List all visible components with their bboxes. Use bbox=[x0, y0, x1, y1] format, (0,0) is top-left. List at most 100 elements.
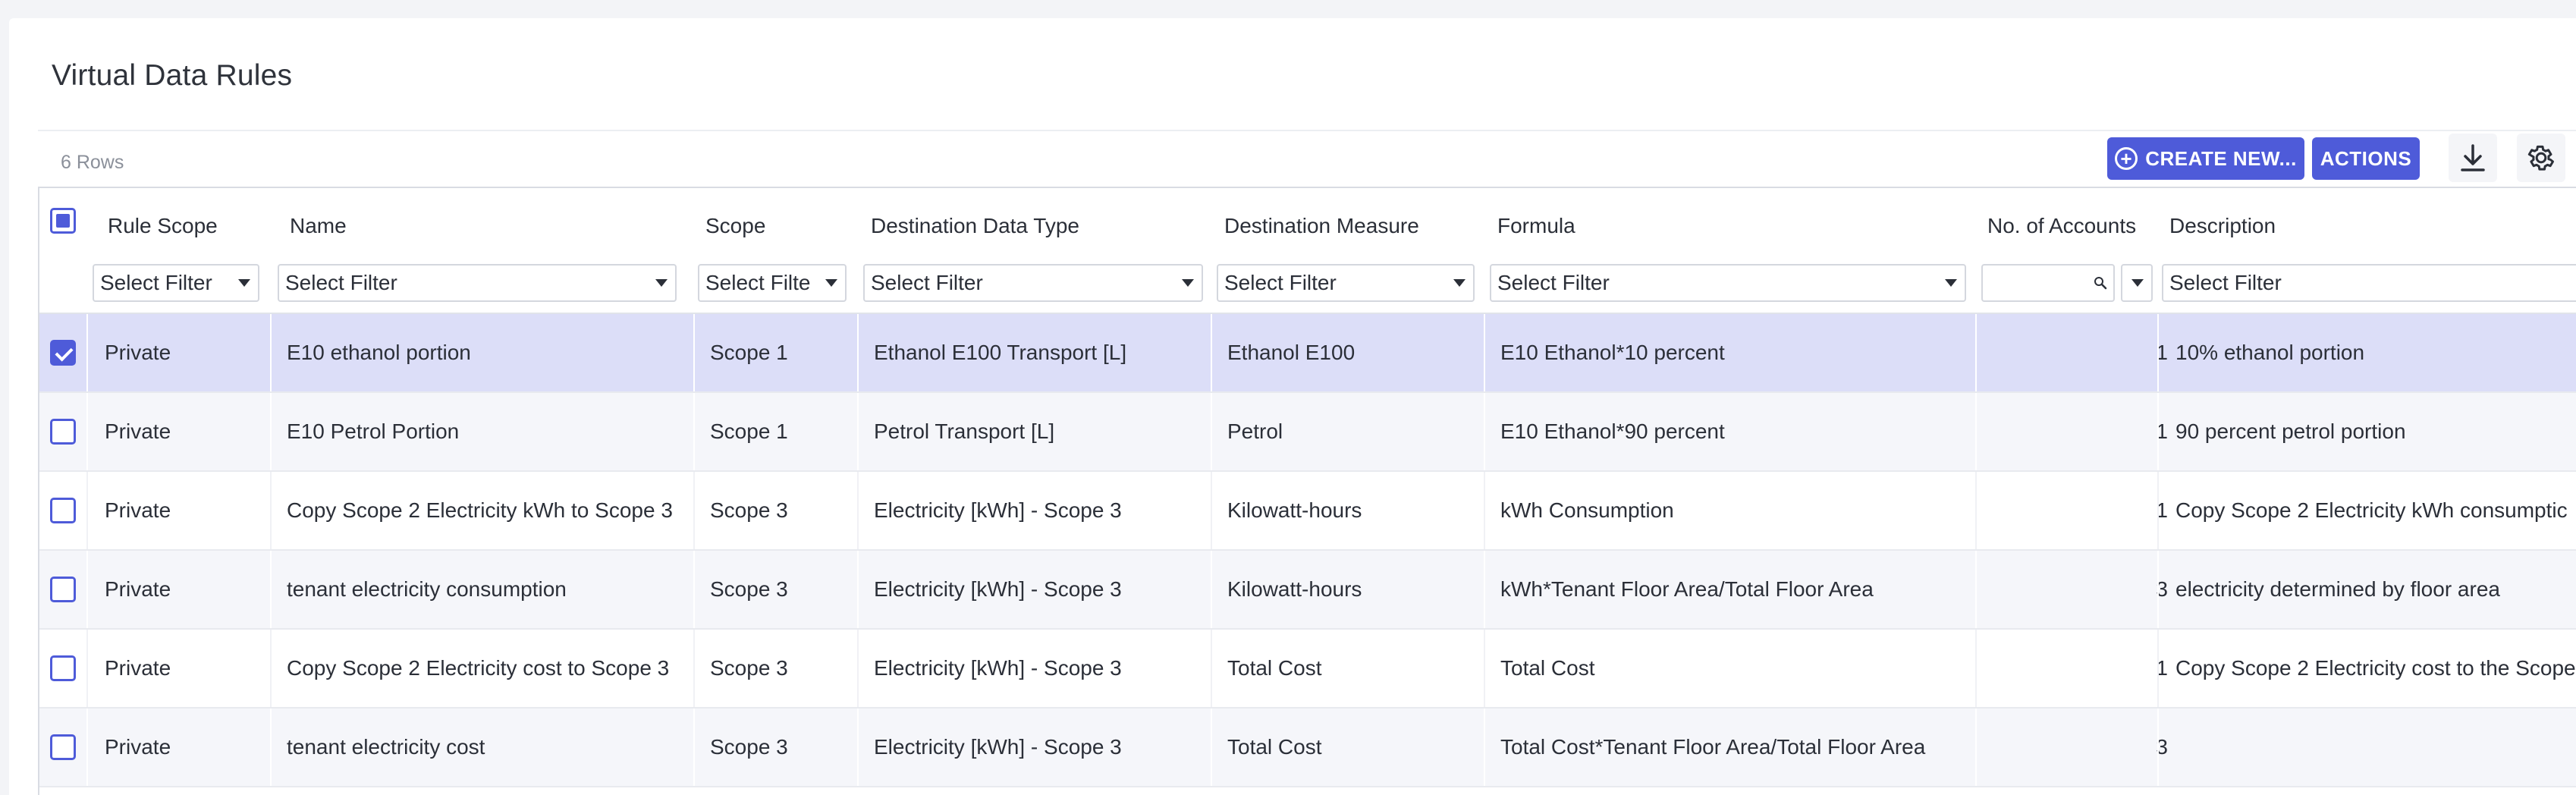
column-divider bbox=[1211, 393, 1212, 470]
cell-scope: Scope 3 bbox=[710, 735, 788, 759]
col-header-name[interactable]: Name bbox=[290, 214, 347, 238]
table-row[interactable]: Private Copy Scope 2 Electricity kWh to … bbox=[39, 472, 2576, 551]
cell-description: 10% ethanol portion bbox=[2175, 341, 2365, 364]
table-header: Rule Scope Name Scope Destination Data T… bbox=[39, 188, 2576, 314]
table-row[interactable]: Private tenant electricity cost Scope 3 … bbox=[39, 709, 2576, 787]
column-divider bbox=[1975, 630, 1977, 707]
cell-no-of-accounts: 1 bbox=[2156, 656, 2168, 680]
row-checkbox[interactable] bbox=[50, 498, 76, 523]
rules-table: Rule Scope Name Scope Destination Data T… bbox=[38, 187, 2576, 795]
cell-formula: kWh*Tenant Floor Area/Total Floor Area bbox=[1500, 577, 1874, 601]
cell-rule-scope: Private bbox=[105, 735, 171, 759]
chevron-down-icon bbox=[2131, 279, 2144, 287]
col-header-rule-scope[interactable]: Rule Scope bbox=[108, 214, 218, 238]
column-divider bbox=[693, 551, 695, 628]
chevron-down-icon bbox=[1945, 279, 1957, 287]
cell-no-of-accounts: 3 bbox=[2156, 577, 2168, 601]
row-checkbox[interactable] bbox=[50, 419, 76, 445]
column-divider bbox=[1211, 314, 1212, 391]
column-divider bbox=[86, 709, 88, 786]
cell-destination-measure: Total Cost bbox=[1227, 735, 1322, 759]
filter-formula[interactable]: Select Filter bbox=[1490, 264, 1966, 302]
cell-destination-measure: Total Cost bbox=[1227, 656, 1322, 680]
filter-description[interactable]: Select Filter bbox=[2162, 264, 2576, 302]
column-divider bbox=[2157, 630, 2159, 707]
cell-formula: Total Cost bbox=[1500, 656, 1595, 680]
settings-button[interactable] bbox=[2517, 134, 2565, 182]
col-header-no-of-accounts[interactable]: No. of Accounts bbox=[1987, 214, 2136, 238]
row-checkbox[interactable] bbox=[50, 734, 76, 760]
cell-description: Copy Scope 2 Electricity cost to the Sco… bbox=[2175, 656, 2576, 680]
row-checkbox[interactable] bbox=[50, 577, 76, 602]
search-icon bbox=[2094, 277, 2107, 290]
column-divider bbox=[270, 314, 272, 391]
column-divider bbox=[2157, 709, 2159, 786]
column-divider bbox=[1484, 630, 1485, 707]
col-header-destination-data-type[interactable]: Destination Data Type bbox=[871, 214, 1079, 238]
table-row[interactable]: Private E10 ethanol portion Scope 1 Etha… bbox=[39, 314, 2576, 393]
cell-destination-data-type: Electricity [kWh] - Scope 3 bbox=[874, 735, 1122, 759]
col-header-destination-measure[interactable]: Destination Measure bbox=[1224, 214, 1419, 238]
column-divider bbox=[86, 551, 88, 628]
column-divider bbox=[1975, 393, 1977, 470]
actions-button[interactable]: ACTIONS bbox=[2312, 137, 2420, 180]
filter-name[interactable]: Select Filter bbox=[278, 264, 677, 302]
cell-formula: kWh Consumption bbox=[1500, 498, 1674, 522]
cell-no-of-accounts: 1 bbox=[2156, 498, 2168, 522]
filter-scope[interactable]: Select Filte bbox=[698, 264, 847, 302]
row-checkbox[interactable] bbox=[50, 655, 76, 681]
column-divider bbox=[1484, 314, 1485, 391]
cell-rule-scope: Private bbox=[105, 656, 171, 680]
column-divider bbox=[693, 314, 695, 391]
column-divider bbox=[2157, 393, 2159, 470]
cell-destination-measure: Petrol bbox=[1227, 419, 1283, 443]
filter-rule-scope-label: Select Filter bbox=[100, 271, 212, 294]
filter-no-of-accounts-input[interactable] bbox=[1981, 264, 2115, 302]
cell-rule-scope: Private bbox=[105, 419, 171, 443]
column-divider bbox=[1211, 630, 1212, 707]
filter-no-of-accounts-operator[interactable] bbox=[2121, 264, 2153, 302]
column-divider bbox=[1484, 393, 1485, 470]
cell-destination-measure: Kilowatt-hours bbox=[1227, 577, 1362, 601]
column-divider bbox=[1975, 551, 1977, 628]
cell-scope: Scope 1 bbox=[710, 419, 788, 443]
cell-destination-measure: Kilowatt-hours bbox=[1227, 498, 1362, 522]
download-button[interactable] bbox=[2449, 134, 2497, 182]
filter-name-label: Select Filter bbox=[285, 271, 397, 294]
table-row[interactable]: Private tenant electricity consumption S… bbox=[39, 551, 2576, 630]
filter-scope-label: Select Filte bbox=[705, 271, 811, 294]
filter-destination-measure-label: Select Filter bbox=[1224, 271, 1337, 294]
column-divider bbox=[270, 393, 272, 470]
cell-formula: E10 Ethanol*90 percent bbox=[1500, 419, 1725, 443]
column-divider bbox=[86, 472, 88, 549]
select-all-checkbox[interactable] bbox=[50, 208, 76, 234]
cell-name: tenant electricity consumption bbox=[287, 577, 567, 601]
cell-scope: Scope 3 bbox=[710, 656, 788, 680]
col-header-scope[interactable]: Scope bbox=[705, 214, 765, 238]
cell-scope: Scope 3 bbox=[710, 498, 788, 522]
row-count: 6 Rows bbox=[61, 152, 124, 173]
column-divider bbox=[693, 709, 695, 786]
title-divider bbox=[38, 130, 2576, 131]
cell-description: electricity determined by floor area bbox=[2175, 577, 2500, 601]
chevron-down-icon bbox=[1453, 279, 1465, 287]
cell-name: tenant electricity cost bbox=[287, 735, 485, 759]
filter-destination-measure[interactable]: Select Filter bbox=[1217, 264, 1475, 302]
col-header-description[interactable]: Description bbox=[2169, 214, 2276, 238]
cell-name: Copy Scope 2 Electricity cost to Scope 3 bbox=[287, 656, 670, 680]
col-header-formula[interactable]: Formula bbox=[1497, 214, 1575, 238]
table-row[interactable]: Private E10 Petrol Portion Scope 1 Petro… bbox=[39, 393, 2576, 472]
filter-description-label: Select Filter bbox=[2169, 271, 2282, 294]
filter-rule-scope[interactable]: Select Filter bbox=[93, 264, 259, 302]
cell-rule-scope: Private bbox=[105, 341, 171, 364]
column-divider bbox=[857, 551, 859, 628]
cell-destination-data-type: Electricity [kWh] - Scope 3 bbox=[874, 656, 1122, 680]
row-checkbox[interactable] bbox=[50, 340, 76, 366]
filter-destination-data-type[interactable]: Select Filter bbox=[863, 264, 1203, 302]
create-new-button[interactable]: + CREATE NEW... bbox=[2107, 137, 2304, 180]
table-row[interactable]: Private Copy Scope 2 Electricity cost to… bbox=[39, 630, 2576, 709]
cell-description bbox=[2175, 709, 2576, 786]
column-divider bbox=[2157, 472, 2159, 549]
column-divider bbox=[1975, 472, 1977, 549]
cell-no-of-accounts: 1 bbox=[2156, 341, 2168, 364]
